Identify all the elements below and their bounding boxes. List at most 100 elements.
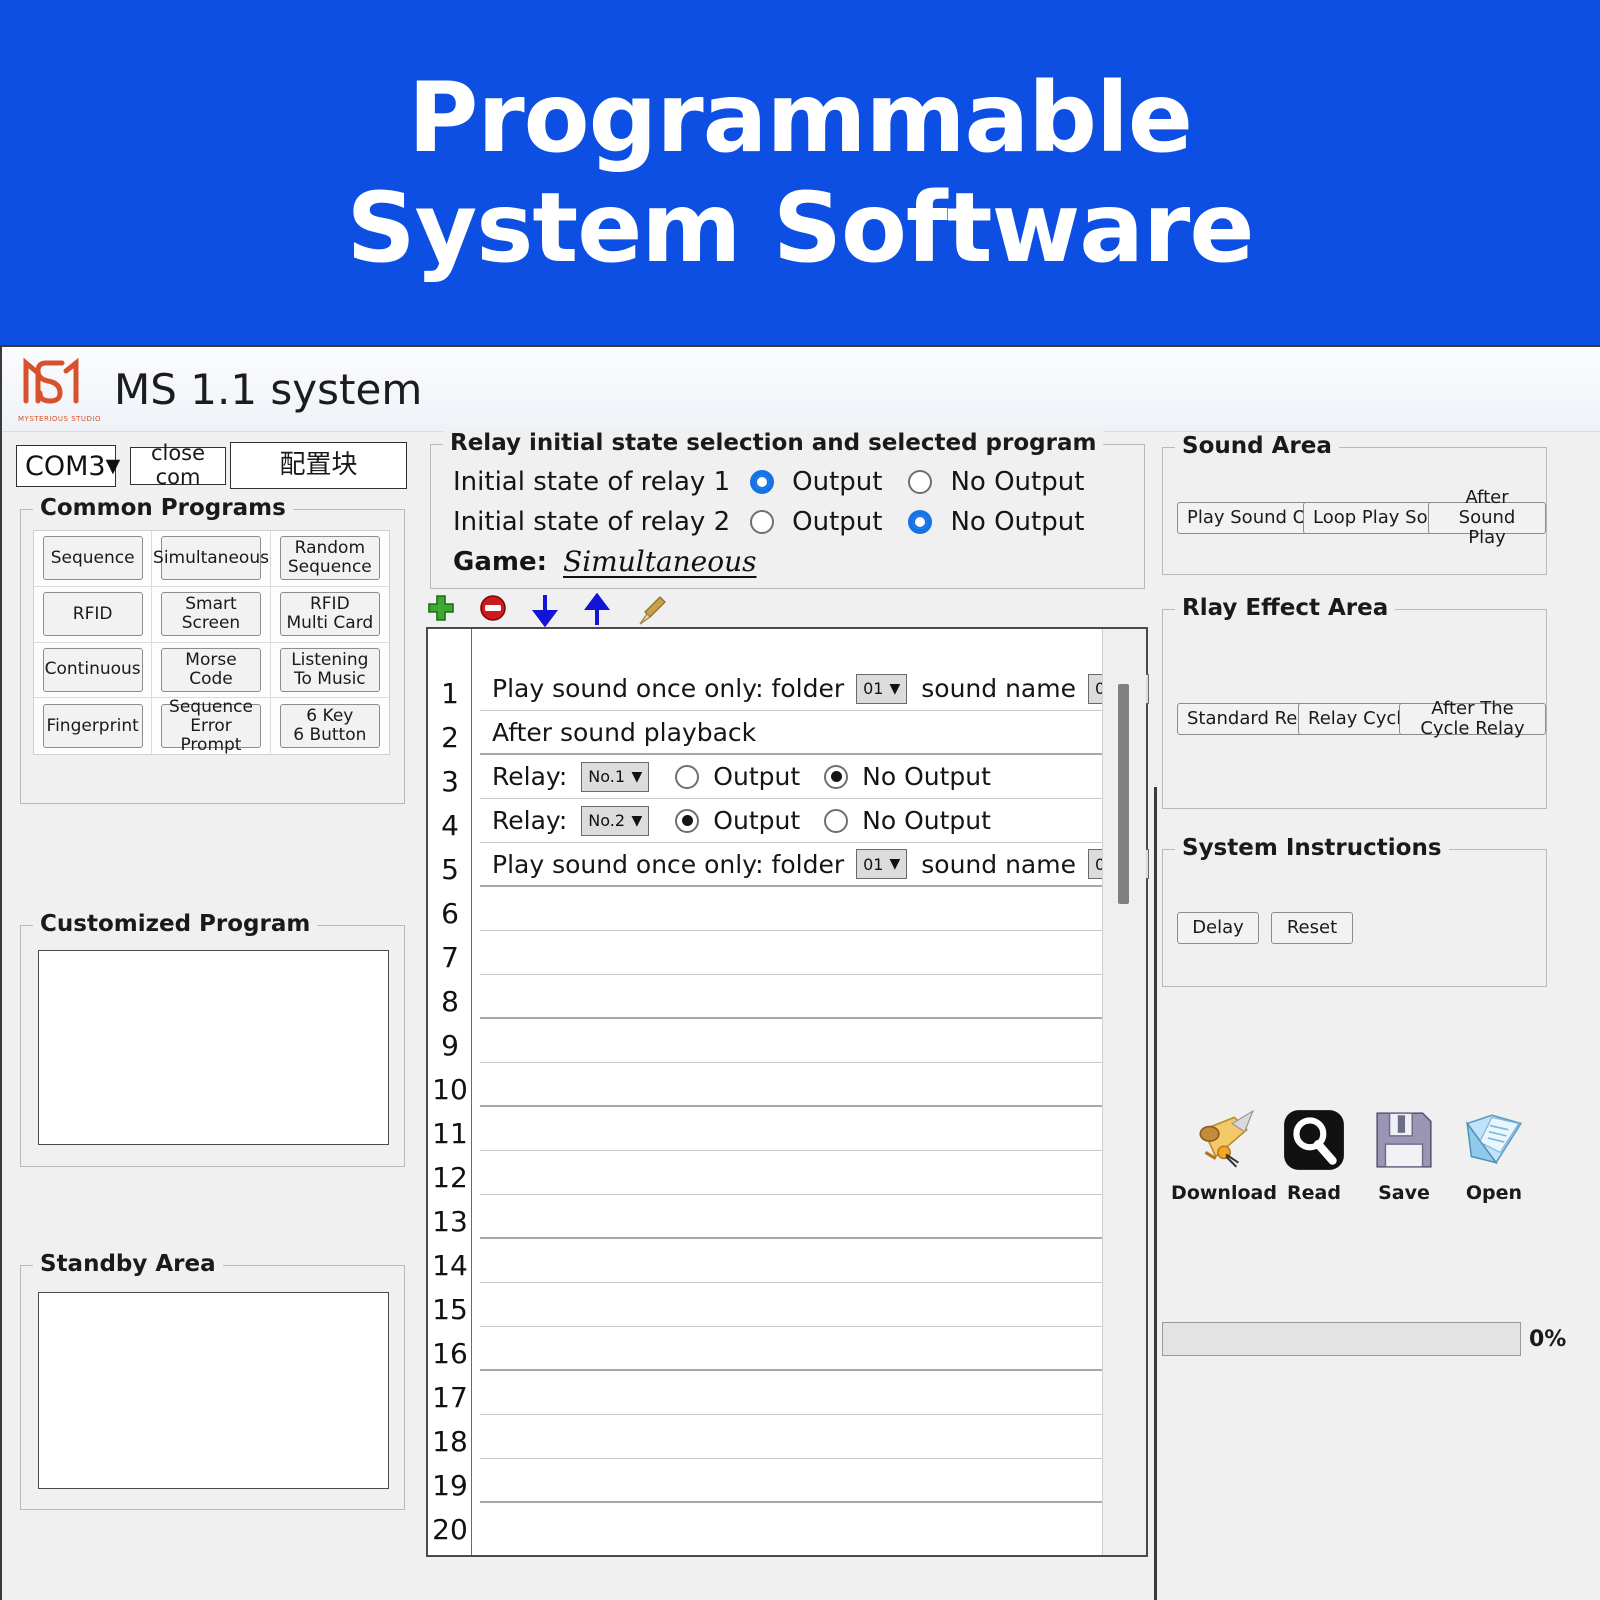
cp-cell: Sequence Error Prompt — [152, 697, 271, 754]
table-row[interactable] — [480, 1151, 1105, 1195]
line-number: 3 — [441, 765, 459, 798]
customized-program-listbox[interactable] — [38, 950, 389, 1145]
line-number: 17 — [432, 1381, 468, 1414]
program-button-continuous[interactable]: Continuous — [42, 647, 143, 692]
program-button-sequence-error-prompt[interactable]: Sequence Error Prompt — [160, 697, 261, 754]
program-list[interactable]: 1 2 3 4 5 6 7 8 9 10 11 12 13 14 15 16 1… — [426, 627, 1150, 1557]
table-row[interactable]: Play sound once only: folder 01 ▼ sound … — [480, 843, 1150, 887]
row4-no-output-radio[interactable] — [824, 808, 849, 833]
program-button-smart-screen[interactable]: Smart Screen — [160, 592, 261, 637]
table-row[interactable]: Relay: No.2 ▼ Output No Output — [480, 799, 1105, 843]
row4-relay-select[interactable]: No.2 ▼ — [581, 805, 650, 836]
program-button-fingerprint[interactable]: Fingerprint — [42, 704, 143, 749]
row3-no-output-radio[interactable] — [824, 764, 849, 789]
relay2-no-output-radio[interactable] — [908, 510, 933, 534]
table-row[interactable] — [480, 1371, 1105, 1415]
table-row[interactable] — [480, 1195, 1105, 1239]
cp-cell: Random Sequence — [270, 531, 389, 587]
table-row[interactable]: After sound playback — [480, 711, 1105, 755]
open-action[interactable]: Open — [1434, 1107, 1554, 1204]
floppy-disk-icon — [1376, 1112, 1432, 1168]
line-number: 8 — [441, 985, 459, 1018]
remove-icon[interactable] — [478, 593, 512, 627]
table-row[interactable]: Relay: No.1 ▼ Output No Output — [480, 755, 1105, 799]
program-button-morse-code[interactable]: Morse Code — [160, 647, 261, 692]
close-com-button[interactable]: close com — [130, 442, 226, 489]
line-number: 16 — [432, 1337, 468, 1370]
line-number: 20 — [432, 1513, 468, 1546]
relay1-output-radio[interactable] — [750, 470, 775, 494]
cp-cell: RFID Multi Card — [270, 587, 389, 643]
standby-area-listbox[interactable] — [38, 1292, 389, 1489]
relay1-no-output-label: No Output — [950, 467, 1085, 497]
chevron-down-icon: ▼ — [889, 680, 901, 697]
row3-relay-select[interactable]: No.1 ▼ — [581, 761, 650, 792]
row5-folder-select[interactable]: 01 ▼ — [856, 849, 908, 879]
reset-button[interactable]: Reset — [1271, 912, 1353, 944]
program-button-simultaneous[interactable]: Simultaneous — [153, 536, 269, 581]
right-panel-divider — [1154, 787, 1157, 1600]
row3-output-radio[interactable] — [675, 764, 700, 789]
cp-cell: Fingerprint — [34, 698, 153, 754]
scroll-quill-icon — [1199, 1109, 1255, 1168]
line-number: 10 — [432, 1073, 468, 1106]
relay1-no-output-radio[interactable] — [908, 470, 933, 494]
table-row[interactable] — [480, 1459, 1105, 1503]
table-row[interactable] — [480, 1063, 1105, 1107]
cp-cell: Sequence — [34, 531, 153, 587]
move-up-icon[interactable] — [582, 592, 616, 627]
table-row[interactable] — [480, 887, 1105, 931]
table-row[interactable] — [480, 975, 1105, 1019]
clear-broom-icon[interactable] — [634, 593, 668, 627]
common-programs-legend: Common Programs — [33, 495, 293, 521]
after-sound-play-button[interactable]: After Sound Play — [1428, 487, 1546, 548]
table-row[interactable] — [480, 1107, 1105, 1151]
table-row[interactable] — [480, 1283, 1105, 1327]
program-list-gutter: 1 2 3 4 5 6 7 8 9 10 11 12 13 14 15 16 1… — [428, 629, 472, 1555]
com-port-select[interactable]: COM3 ▼ — [16, 445, 120, 487]
delay-button[interactable]: Delay — [1177, 912, 1259, 944]
config-block-button[interactable]: 配置块 — [230, 442, 407, 489]
table-row[interactable] — [480, 1503, 1105, 1547]
program-button-listening-to-music[interactable]: Listening To Music — [279, 647, 380, 692]
banner-title-line2: System Software — [346, 171, 1255, 284]
after-the-cycle-relay-button[interactable]: After The Cycle Relay — [1399, 698, 1546, 739]
table-row[interactable] — [480, 1239, 1105, 1283]
relay-effect-area-group: Rlay Effect Area Standard Relay Relay Cy… — [1162, 595, 1547, 809]
system-instructions-group: System Instructions Delay Reset — [1162, 835, 1547, 987]
relay-initial-state-group: Relay initial state selection and select… — [430, 430, 1145, 589]
cp-cell: 6 Key 6 Button — [271, 698, 389, 754]
scrollbar-thumb[interactable] — [1118, 684, 1129, 904]
row5-text-a: Play sound once only: folder — [492, 849, 845, 879]
program-button-random-sequence[interactable]: Random Sequence — [279, 536, 380, 581]
add-icon[interactable] — [426, 593, 460, 627]
program-button-rfid-multi-card[interactable]: RFID Multi Card — [279, 592, 380, 637]
relay-initial-state-legend: Relay initial state selection and select… — [443, 430, 1104, 456]
table-row[interactable] — [480, 1019, 1105, 1063]
table-row[interactable]: Play sound once only: folder 01 ▼ sound … — [480, 667, 1150, 711]
row4-relay-value: No.2 — [588, 811, 626, 830]
customized-program-legend: Customized Program — [33, 911, 318, 937]
table-row[interactable] — [480, 931, 1105, 975]
row4-output-radio[interactable] — [675, 808, 700, 833]
line-number: 19 — [432, 1469, 468, 1502]
relay2-row: Initial state of relay 2 Output No Outpu… — [453, 507, 1084, 537]
application-window: MYSTERIOUS STUDIO MS 1.1 system COM3 ▼ c… — [0, 345, 1600, 1600]
table-row[interactable] — [480, 1415, 1105, 1459]
program-button-sequence[interactable]: Sequence — [42, 536, 143, 581]
program-button-6key-6button[interactable]: 6 Key 6 Button — [279, 704, 380, 749]
table-row[interactable] — [480, 1327, 1105, 1371]
app-title: MS 1.1 system — [114, 364, 423, 414]
com-port-value: COM3 — [25, 450, 106, 482]
row1-folder-select[interactable]: 01 ▼ — [856, 673, 908, 704]
program-button-rfid[interactable]: RFID — [42, 592, 143, 637]
program-list-scrollbar[interactable] — [1102, 629, 1146, 1555]
progress-bar — [1162, 1322, 1521, 1356]
game-label: Game: — [453, 546, 548, 577]
relay2-output-radio[interactable] — [750, 510, 775, 534]
line-number: 7 — [441, 941, 459, 974]
cp-cell: Simultaneous — [152, 531, 271, 587]
open-label: Open — [1465, 1182, 1523, 1204]
move-down-icon[interactable] — [530, 593, 564, 628]
cp-cell: Smart Screen — [152, 586, 271, 643]
